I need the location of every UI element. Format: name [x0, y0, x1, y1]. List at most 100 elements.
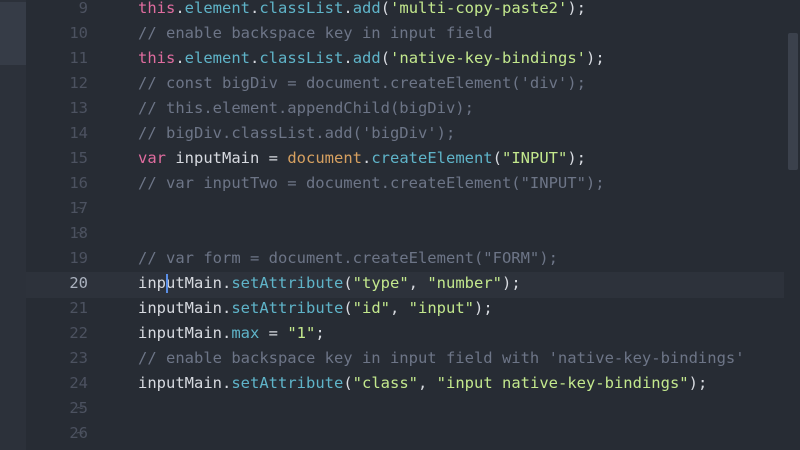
code-line[interactable]: this.element.classList.add('multi-copy-p… [138, 0, 586, 21]
code-line[interactable]: // var form = document.createElement("FO… [138, 246, 558, 271]
code-line[interactable]: // const bigDiv = document.createElement… [138, 71, 586, 96]
code-token-prop: add [352, 0, 381, 17]
code-token-punc: . [250, 49, 260, 67]
code-token-keyword: var [138, 149, 166, 167]
code-token-string: 'multi-copy-paste2' [390, 0, 568, 17]
code-token-prop: setAttribute [231, 274, 344, 292]
code-line[interactable]: // enable backspace key in input field [138, 21, 493, 46]
line-number[interactable]: 9 [26, 0, 88, 21]
code-token-punc: , [418, 374, 437, 392]
scrollbar-thumb[interactable] [788, 33, 798, 170]
code-token-prop: classList [259, 49, 344, 67]
code-token-prop: setAttribute [231, 299, 344, 317]
code-line[interactable]: // var inputTwo = document.createElement… [138, 171, 605, 196]
code-line[interactable]: // enable backspace key in input field w… [138, 346, 745, 371]
code-token-var: inputMain [166, 149, 269, 167]
line-number[interactable]: 24 [26, 371, 88, 396]
code-token-string: "type" [352, 274, 409, 292]
fold-marker-icon[interactable]: ~ [76, 196, 88, 221]
code-line[interactable]: inputMain.setAttribute("id", "input"); [138, 296, 493, 321]
code-area[interactable]: this.element.classList.add('multi-copy-p… [138, 0, 784, 450]
code-line[interactable]: inputMain.setAttribute("type", "number")… [138, 271, 521, 296]
code-token-op: = [259, 324, 288, 342]
code-token-string: "1" [287, 324, 316, 342]
code-token-punc: . [222, 274, 232, 292]
code-token-op: = [268, 149, 288, 167]
code-token-prop: max [231, 324, 260, 342]
code-token-punc: . [175, 49, 185, 67]
code-token-string: "id" [352, 299, 390, 317]
line-number[interactable]: 11 [26, 46, 88, 71]
code-line[interactable]: inputMain.setAttribute("class", "input n… [138, 371, 707, 396]
code-token-var: inputMain [138, 324, 222, 342]
code-token-punc: . [343, 0, 353, 17]
code-token-prop: element [184, 0, 250, 17]
code-token-builtin: document [287, 149, 362, 167]
code-line[interactable]: this.element.classList.add('native-key-b… [138, 46, 605, 71]
fold-marker-icon[interactable]: ~ [76, 421, 88, 446]
code-token-var: inputMain [138, 374, 222, 392]
code-token-keyword: this [138, 0, 176, 17]
code-token-prop: add [352, 49, 381, 67]
line-number[interactable]: 20 [26, 271, 88, 296]
line-number[interactable]: 15 [26, 146, 88, 171]
code-token-punc: ( [343, 274, 353, 292]
line-number[interactable]: 10 [26, 21, 88, 46]
code-token-punc: ); [567, 149, 586, 167]
code-token-keyword: this [138, 49, 176, 67]
code-token-punc: . [222, 324, 232, 342]
line-number[interactable]: 12 [26, 71, 88, 96]
line-number[interactable]: 13 [26, 96, 88, 121]
code-token-string: 'native-key-bindings' [390, 49, 586, 67]
line-number[interactable]: 23 [26, 346, 88, 371]
code-token-punc: . [222, 299, 232, 317]
code-token-punc: . [250, 0, 260, 17]
code-token-comment: // enable backspace key in input field [138, 24, 493, 42]
panel-strip-highlight [0, 2, 26, 65]
code-token-punc: . [222, 374, 232, 392]
code-token-comment: // bigDiv.classList.add('bigDiv'); [138, 124, 456, 142]
code-token-punc: ( [343, 299, 353, 317]
fold-marker-icon[interactable]: ~ [76, 396, 88, 421]
code-token-string: "class" [352, 374, 418, 392]
line-number[interactable]: 22 [26, 321, 88, 346]
line-number[interactable]: 19 [26, 246, 88, 271]
code-token-string: "INPUT" [502, 149, 568, 167]
code-token-punc: ( [343, 374, 353, 392]
code-token-var: inputMain [138, 274, 222, 292]
code-line[interactable]: // bigDiv.classList.add('bigDiv'); [138, 121, 455, 146]
line-number[interactable]: 14 [26, 121, 88, 146]
text-cursor [166, 274, 168, 293]
code-token-punc: , [408, 274, 428, 292]
line-number[interactable]: 21 [26, 296, 88, 321]
code-token-punc: ); [586, 49, 605, 67]
code-token-comment: // this.element.appendChild(bigDiv); [138, 99, 474, 117]
code-token-punc: ); [688, 374, 708, 392]
code-token-comment: // const bigDiv = document.createElement… [138, 74, 586, 92]
code-token-punc: ( [492, 149, 502, 167]
code-token-comment: // var form = document.createElement("FO… [138, 249, 558, 267]
code-token-punc: , [390, 299, 409, 317]
code-editor[interactable]: 9 10 11 12 13 14 15 16 17 18 19 20 21 22 23 24 25 26 this… [0, 0, 800, 450]
code-token-prop: createElement [371, 149, 493, 167]
vertical-scrollbar[interactable] [786, 0, 800, 450]
code-token-var: inputMain [138, 299, 222, 317]
code-token-punc: . [175, 0, 185, 17]
code-token-punc: ( [380, 49, 391, 67]
code-token-punc: . [361, 149, 372, 167]
panel-strip [0, 0, 26, 450]
code-token-string: "input native-key-bindings" [436, 374, 689, 392]
code-token-punc: ); [567, 0, 587, 17]
code-token-punc: ); [474, 299, 493, 317]
code-token-comment: // var inputTwo = document.createElement… [138, 174, 605, 192]
code-token-punc: . [343, 49, 353, 67]
code-token-comment: // enable backspace key in input field w… [138, 349, 745, 367]
code-token-prop: element [184, 49, 250, 67]
code-line[interactable]: var inputMain = document.createElement("… [138, 146, 586, 171]
code-line[interactable]: inputMain.max = "1"; [138, 321, 325, 346]
line-number[interactable]: 16 [26, 171, 88, 196]
code-token-prop: classList [259, 0, 344, 17]
fold-marker-icon[interactable]: ~ [76, 221, 88, 246]
code-token-punc: ( [380, 0, 391, 17]
code-line[interactable]: // this.element.appendChild(bigDiv); [138, 96, 474, 121]
